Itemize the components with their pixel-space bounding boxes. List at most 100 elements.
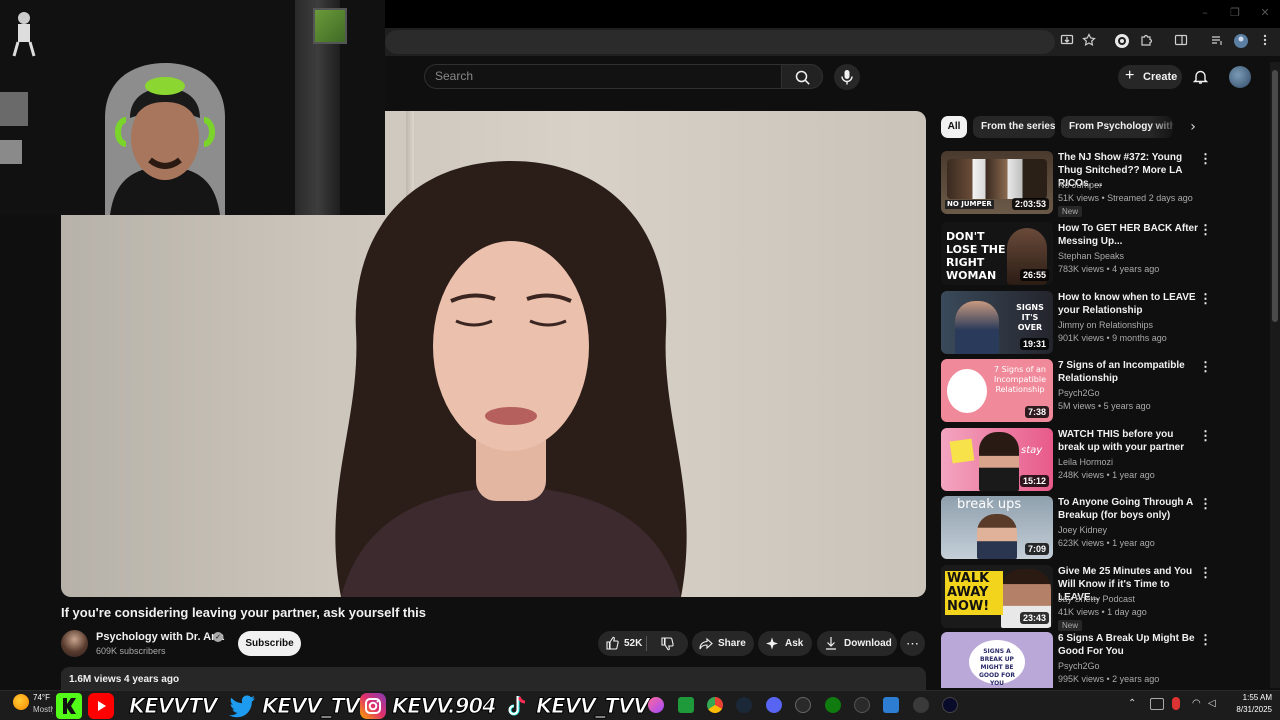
webcam-wall-note bbox=[0, 140, 22, 164]
instagram-logo-icon bbox=[360, 693, 386, 719]
chip-from-the-series[interactable]: From the series bbox=[973, 116, 1055, 138]
extension-icon[interactable] bbox=[1113, 33, 1131, 51]
minimize-icon[interactable]: – bbox=[1198, 6, 1212, 20]
spreadsheet-app-icon[interactable] bbox=[678, 697, 694, 713]
recommendation-item[interactable]: DON'T LOSE THE RIGHT WOMAN 26:55 How To … bbox=[941, 222, 1212, 288]
account-avatar[interactable] bbox=[1229, 66, 1251, 88]
recommendation-thumbnail[interactable]: break ups 7:09 bbox=[941, 496, 1053, 559]
channel-name-link[interactable]: Psychology with Dr. Ana bbox=[96, 631, 224, 643]
recommendation-title[interactable]: To Anyone Going Through A Breakup (for b… bbox=[1058, 496, 1198, 522]
search-icon bbox=[795, 70, 810, 85]
taskbar-clock-date[interactable]: 8/31/2025 bbox=[1222, 705, 1272, 714]
chip-all[interactable]: All bbox=[941, 116, 967, 138]
bookmark-star-icon[interactable] bbox=[1080, 33, 1098, 51]
kebab-menu-icon[interactable]: ⋮ bbox=[1199, 291, 1212, 307]
taskbar-clock-time[interactable]: 1:55 AM bbox=[1232, 693, 1272, 702]
download-button[interactable]: Download bbox=[817, 631, 897, 656]
media-player-icon[interactable] bbox=[942, 697, 958, 713]
photos-icon[interactable] bbox=[883, 697, 899, 713]
recommendation-title[interactable]: 7 Signs of an Incompatible Relationship bbox=[1058, 359, 1198, 385]
recommendation-channel[interactable]: No Jumper bbox=[1058, 180, 1102, 190]
itunes-icon[interactable] bbox=[648, 697, 664, 713]
address-bar[interactable] bbox=[385, 30, 1055, 54]
recommendation-channel[interactable]: Psych2Go bbox=[1058, 388, 1100, 398]
recommendation-thumbnail[interactable]: DON'T LOSE THE RIGHT WOMAN 26:55 bbox=[941, 222, 1053, 285]
kebab-menu-icon[interactable]: ⋮ bbox=[1199, 632, 1211, 648]
kebab-menu-icon[interactable]: ⋮ bbox=[1199, 222, 1212, 238]
recommendation-title[interactable]: How To GET HER BACK After Messing Up... bbox=[1058, 222, 1198, 248]
channel-avatar[interactable] bbox=[61, 630, 88, 657]
recommendation-item[interactable]: 7 Signs of an Incompatible Relationship … bbox=[941, 359, 1212, 425]
kebab-menu-icon[interactable]: ⋮ bbox=[1199, 428, 1212, 444]
ask-button[interactable]: Ask bbox=[758, 631, 812, 656]
recommendation-channel[interactable]: Joey Kidney bbox=[1058, 525, 1107, 535]
close-window-icon[interactable]: ✕ bbox=[1258, 6, 1272, 20]
recommendation-title[interactable]: WATCH THIS before you break up with your… bbox=[1058, 428, 1198, 454]
recommendation-channel[interactable]: Leila Hormozi bbox=[1058, 457, 1113, 467]
search-button[interactable] bbox=[781, 64, 823, 89]
tray-chevron-up-icon[interactable]: ⌃ bbox=[1128, 698, 1140, 710]
voice-search-button[interactable] bbox=[834, 64, 860, 90]
recommendation-item[interactable]: stay 15:12 WATCH THIS before you break u… bbox=[941, 428, 1212, 494]
puzzle-extensions-icon[interactable] bbox=[1137, 33, 1155, 51]
recommendation-title[interactable]: How to know when to LEAVE your Relations… bbox=[1058, 291, 1198, 317]
steam-icon[interactable] bbox=[736, 697, 752, 713]
kebab-menu-icon[interactable]: ⋮ bbox=[1199, 359, 1212, 375]
dislike-thumb-icon[interactable] bbox=[659, 631, 675, 656]
recommendation-meta: 623K views • 1 year ago bbox=[1058, 538, 1155, 548]
thumbnail-text: stay bbox=[1021, 445, 1043, 456]
description-box[interactable] bbox=[61, 667, 926, 691]
scrollbar-thumb[interactable] bbox=[1272, 70, 1278, 322]
discord-icon[interactable] bbox=[766, 697, 782, 713]
chevron-right-icon[interactable]: › bbox=[1185, 117, 1201, 137]
profile-icon[interactable] bbox=[1232, 33, 1250, 51]
media-control-icon[interactable] bbox=[1208, 33, 1226, 51]
recommendation-item[interactable]: WALK AWAY NOW! 23:43 Give Me 25 Minutes … bbox=[941, 565, 1212, 631]
install-app-icon[interactable] bbox=[1058, 33, 1076, 51]
recommendation-meta: 5M views • 5 years ago bbox=[1058, 401, 1151, 411]
recommendation-thumbnail[interactable]: NO JUMPER 2:03:53 bbox=[941, 151, 1053, 214]
recommendation-thumbnail[interactable]: WALK AWAY NOW! 23:43 bbox=[941, 565, 1053, 628]
recommendation-thumbnail[interactable]: SIGNS A BREAK UP MIGHT BE GOOD FOR YOU bbox=[941, 632, 1053, 688]
recommendation-thumbnail[interactable]: SIGNS IT'S OVER 19:31 bbox=[941, 291, 1053, 354]
download-label: Download bbox=[844, 638, 892, 649]
video-frame-person bbox=[335, 161, 687, 597]
recommendation-item[interactable]: SIGNS IT'S OVER 19:31 How to know when t… bbox=[941, 291, 1212, 357]
recommendation-thumbnail[interactable]: stay 15:12 bbox=[941, 428, 1053, 491]
kebab-menu-icon[interactable]: ⋮ bbox=[1199, 496, 1212, 512]
side-panel-icon[interactable] bbox=[1172, 33, 1190, 51]
search-input[interactable]: Search bbox=[424, 64, 781, 89]
chrome-icon[interactable] bbox=[707, 697, 723, 713]
recommendation-channel[interactable]: Stephan Speaks bbox=[1058, 251, 1124, 261]
like-count[interactable]: 52K bbox=[624, 631, 642, 656]
recommendation-item[interactable]: NO JUMPER 2:03:53 The NJ Show #372: Youn… bbox=[941, 151, 1212, 217]
maximize-icon[interactable]: ❐ bbox=[1228, 6, 1242, 20]
more-actions-button[interactable]: ⋯ bbox=[900, 631, 925, 656]
app-g-icon[interactable] bbox=[795, 697, 811, 713]
recommendation-thumbnail[interactable]: 7 Signs of an Incompatible Relationship … bbox=[941, 359, 1053, 422]
share-button[interactable]: Share bbox=[692, 631, 754, 656]
subscribe-button[interactable]: Subscribe bbox=[238, 631, 301, 656]
recommendation-title[interactable]: 6 Signs A Break Up Might Be Good For You bbox=[1058, 632, 1198, 658]
weather-moon-icon[interactable] bbox=[13, 694, 29, 710]
kebab-menu-icon[interactable]: ⋮ bbox=[1199, 565, 1212, 581]
recommendation-channel[interactable]: Jimmy on Relationships bbox=[1058, 320, 1153, 330]
microphone-tray-icon[interactable] bbox=[1172, 697, 1180, 710]
recommendation-item[interactable]: break ups 7:09 To Anyone Going Through A… bbox=[941, 496, 1212, 562]
xbox-icon[interactable] bbox=[825, 697, 841, 713]
weather-temperature[interactable]: 74°F bbox=[33, 693, 50, 702]
wifi-icon[interactable]: ◠ bbox=[1192, 698, 1206, 710]
kebab-menu-icon[interactable]: ⋮ bbox=[1199, 151, 1212, 167]
recommendation-channel[interactable]: Psych2Go bbox=[1058, 661, 1100, 671]
recommendation-item[interactable]: SIGNS A BREAK UP MIGHT BE GOOD FOR YOU 6… bbox=[941, 632, 1211, 688]
obs-icon[interactable] bbox=[913, 697, 929, 713]
volume-icon[interactable]: ◁ bbox=[1208, 698, 1222, 710]
app-hub-icon[interactable] bbox=[854, 697, 870, 713]
network-tray-icon[interactable] bbox=[1150, 698, 1164, 710]
recommendation-meta: 783K views • 4 years ago bbox=[1058, 264, 1160, 274]
browser-menu-icon[interactable] bbox=[1256, 33, 1274, 51]
like-thumb-icon[interactable] bbox=[604, 631, 620, 656]
video-duration: 19:31 bbox=[1019, 338, 1049, 350]
notifications-bell-icon[interactable] bbox=[1192, 68, 1209, 85]
recommendation-channel[interactable]: Jay Shetty Podcast bbox=[1058, 594, 1135, 604]
